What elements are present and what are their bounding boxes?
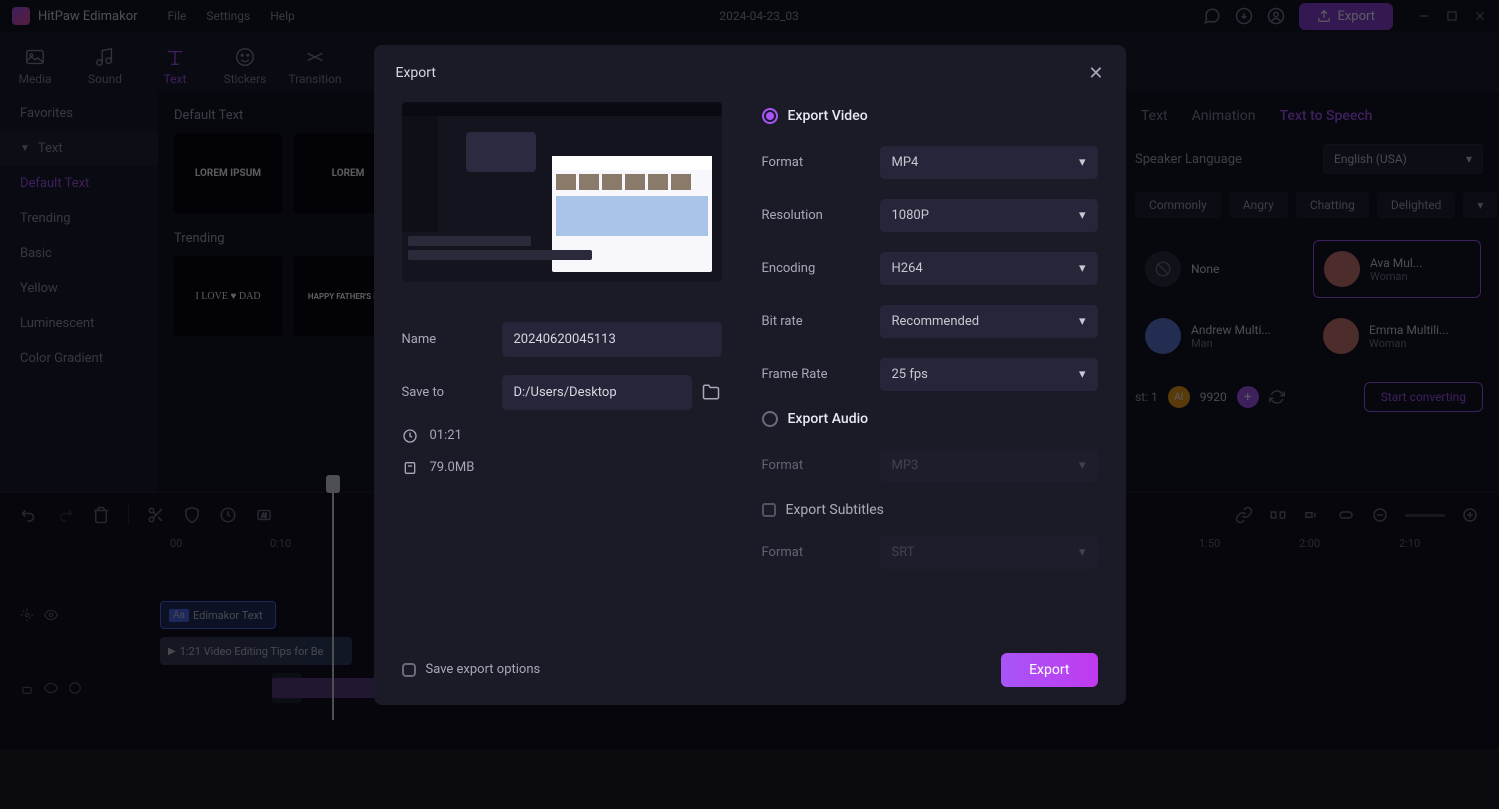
duration-value: 01:21: [430, 428, 462, 443]
format-select[interactable]: MP4▾: [880, 146, 1098, 179]
filesize-icon: [402, 460, 418, 476]
export-action-button[interactable]: Export: [1001, 653, 1097, 687]
export-video-radio[interactable]: Export Video: [762, 108, 1098, 124]
audio-format-select: MP3▾: [880, 449, 1098, 482]
checkbox-icon: [762, 503, 776, 517]
chevron-down-icon: ▾: [1079, 545, 1086, 560]
format-label: Format: [762, 155, 880, 170]
resolution-select[interactable]: 1080P▾: [880, 199, 1098, 232]
resolution-label: Resolution: [762, 208, 880, 223]
radio-icon: [762, 411, 778, 427]
duration-icon: [402, 428, 418, 444]
modal-title: Export: [396, 65, 436, 81]
encoding-label: Encoding: [762, 261, 880, 276]
modal-overlay: Export ✕: [0, 0, 1499, 749]
chevron-down-icon: ▾: [1079, 367, 1086, 382]
export-preview: [402, 102, 722, 282]
modal-close-button[interactable]: ✕: [1088, 63, 1103, 84]
chevron-down-icon: ▾: [1079, 314, 1086, 329]
chevron-down-icon: ▾: [1079, 155, 1086, 170]
export-audio-radio[interactable]: Export Audio: [762, 411, 1098, 427]
radio-icon: [762, 108, 778, 124]
save-to-input[interactable]: [502, 375, 692, 410]
name-label: Name: [402, 332, 502, 347]
framerate-label: Frame Rate: [762, 367, 880, 382]
audio-format-label: Format: [762, 458, 880, 473]
chevron-down-icon: ▾: [1079, 458, 1086, 473]
browse-folder-button[interactable]: [702, 383, 720, 401]
name-input[interactable]: [502, 322, 722, 357]
filesize-value: 79.0MB: [430, 460, 475, 475]
bitrate-label: Bit rate: [762, 314, 880, 329]
subs-format-select: SRT▾: [880, 536, 1098, 569]
export-subtitles-checkbox[interactable]: Export Subtitles: [762, 502, 1098, 518]
save-to-label: Save to: [402, 385, 502, 400]
bitrate-select[interactable]: Recommended▾: [880, 305, 1098, 338]
checkbox-icon: [402, 663, 416, 677]
subs-format-label: Format: [762, 545, 880, 560]
framerate-select[interactable]: 25 fps▾: [880, 358, 1098, 391]
chevron-down-icon: ▾: [1079, 261, 1086, 276]
save-export-options-checkbox[interactable]: Save export options: [402, 662, 541, 677]
export-modal: Export ✕: [374, 45, 1126, 705]
chevron-down-icon: ▾: [1079, 208, 1086, 223]
encoding-select[interactable]: H264▾: [880, 252, 1098, 285]
